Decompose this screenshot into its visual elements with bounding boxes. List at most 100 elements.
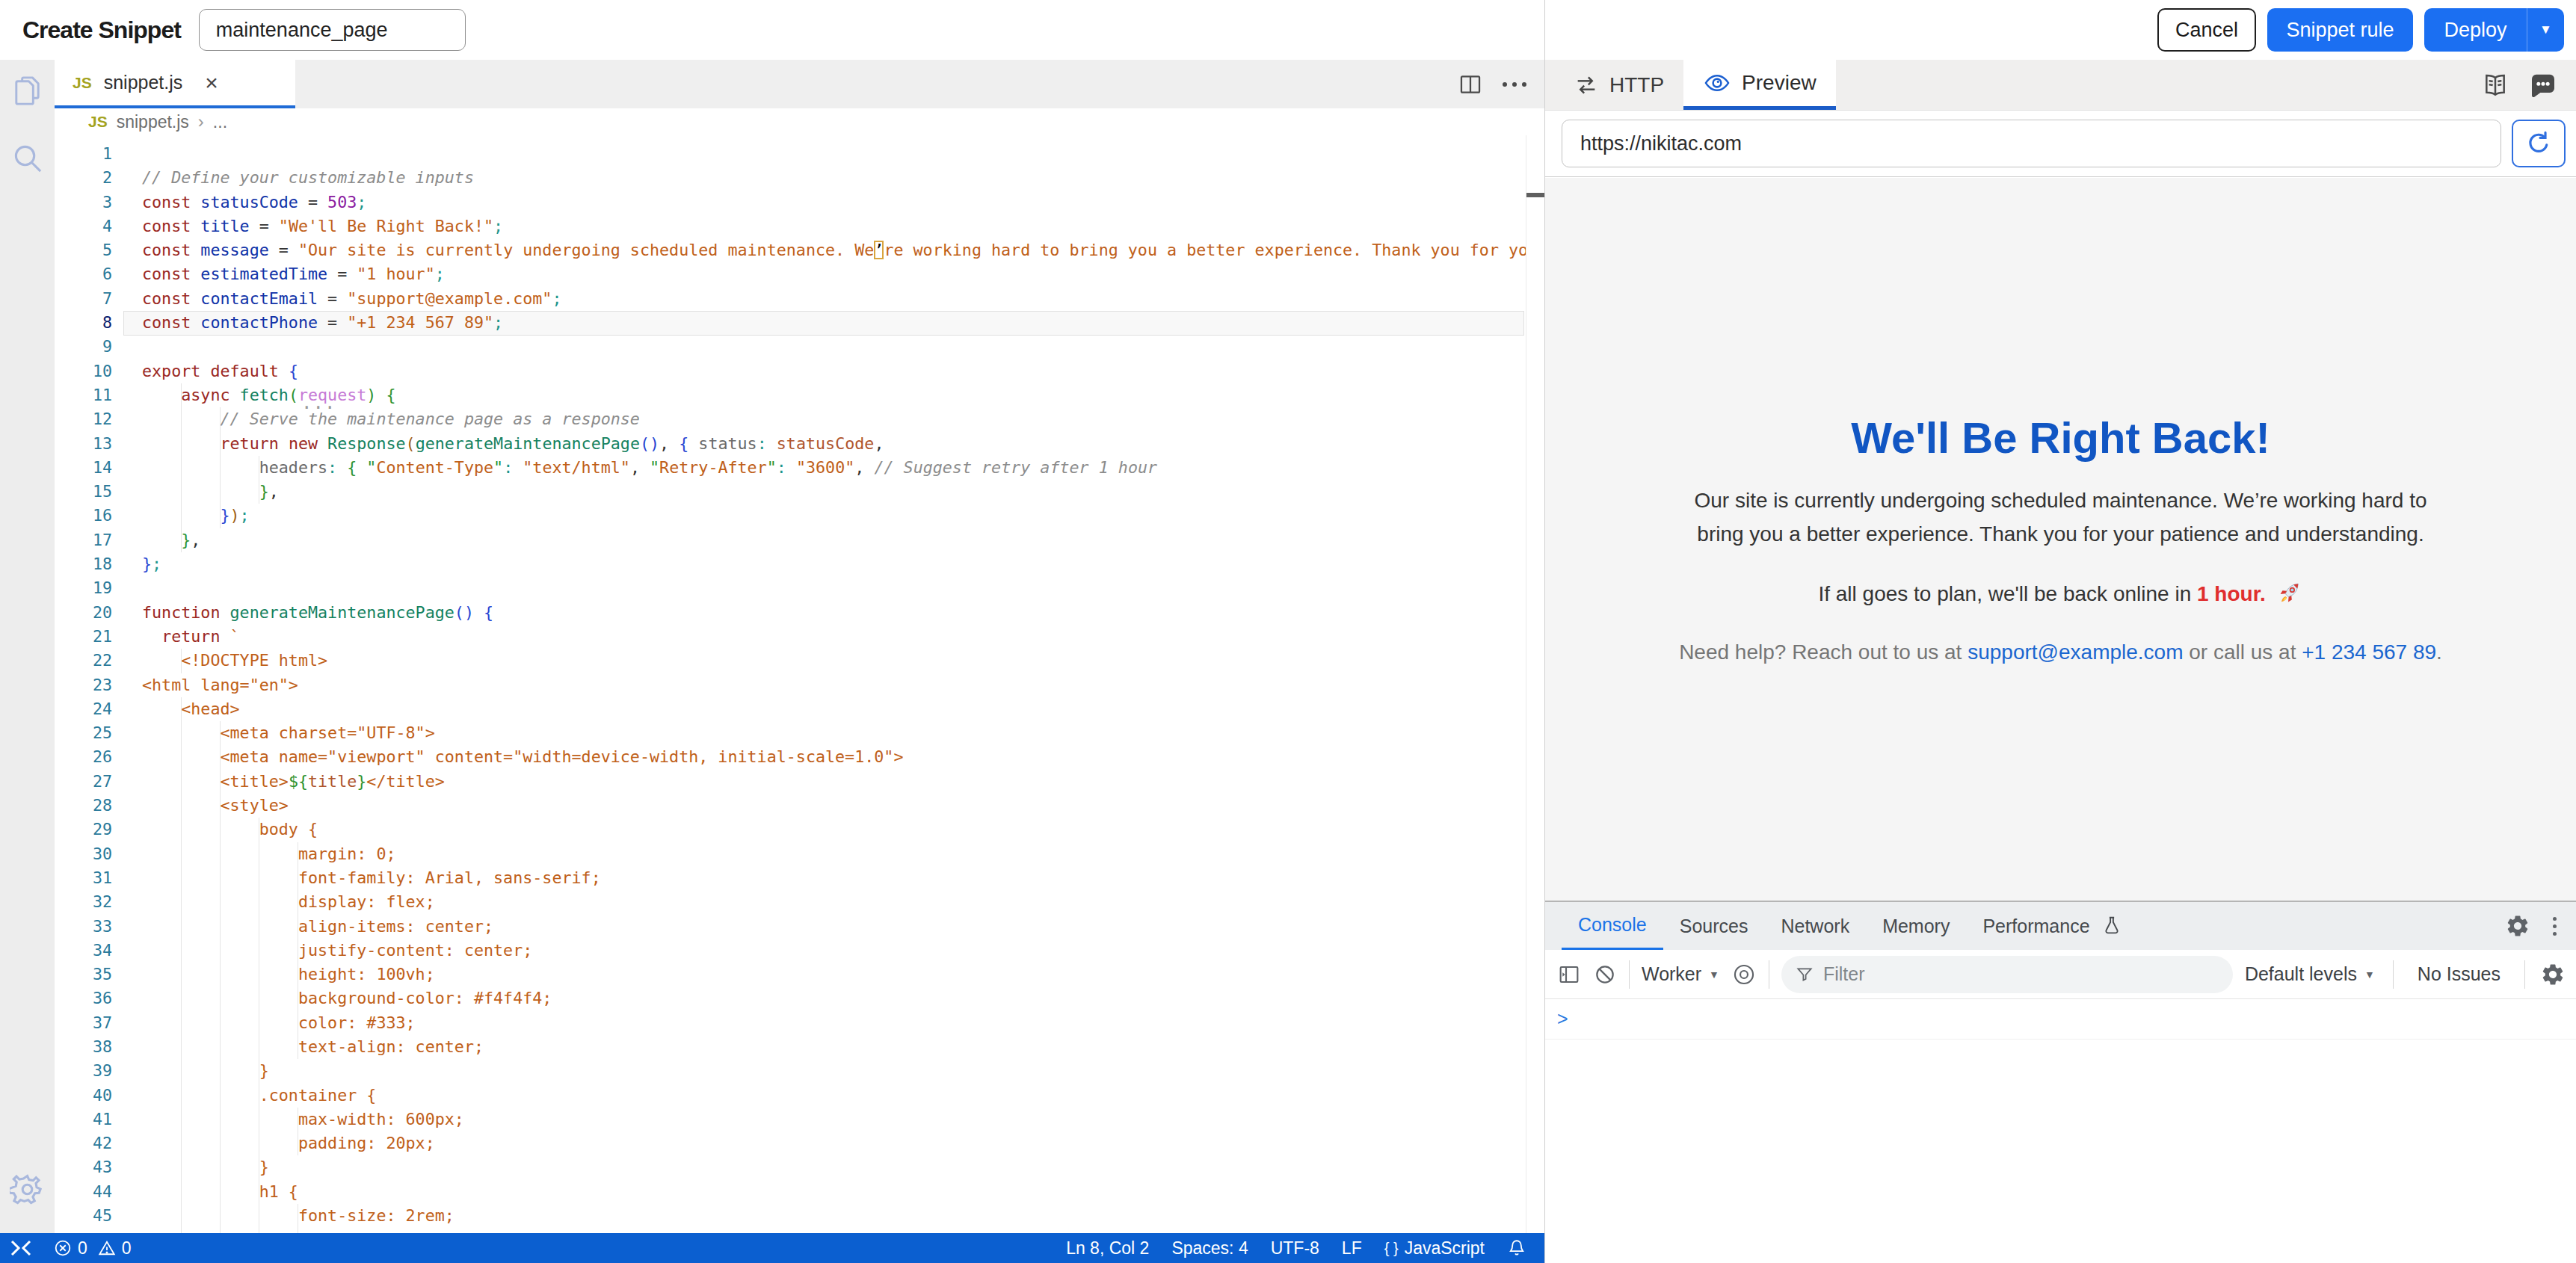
cancel-button[interactable]: Cancel [2157,8,2256,52]
code-line: 35 height: 100vh; [55,963,1544,986]
code-line: 45 font-size: 2rem; [55,1204,1544,1228]
files-icon[interactable] [10,73,45,108]
js-file-icon: JS [88,113,108,131]
maintenance-page: We'll Be Right Back! Our site is current… [1597,410,2524,669]
indentation[interactable]: Spaces: 4 [1171,1238,1248,1259]
split-editor-icon[interactable] [1458,72,1483,97]
phone-link[interactable]: +1 234 567 89 [2302,640,2436,664]
preview-contact-line: Need help? Reach out to us at support@ex… [1597,635,2524,669]
encoding[interactable]: UTF-8 [1271,1238,1319,1259]
console-output[interactable]: > [1545,999,2576,1263]
devtools-tab-sources[interactable]: Sources [1663,902,1765,950]
code-line: 18}; [55,552,1544,576]
live-expression-eye-icon[interactable] [1731,962,1757,987]
console-settings-icon[interactable] [2540,962,2566,987]
code-editor[interactable]: 12// Define your customizable inputs3con… [55,135,1544,1233]
devtools-tab-network[interactable]: Network [1764,902,1866,950]
preview-url-input[interactable] [1562,120,2501,167]
breadcrumb[interactable]: JS snippet.js › ... [55,108,1544,135]
preview-heading: We'll Be Right Back! [1597,410,2524,466]
console-toolbar: Worker ▼ Filter Default levels ▼ No Issu… [1545,950,2576,999]
status-bar: 0 0 Ln 8, Col 2 Spaces: 4 UTF-8 LF { }Ja… [0,1233,1544,1263]
search-icon[interactable] [10,140,45,176]
js-file-icon: JS [73,74,92,92]
console-context-select[interactable]: Worker ▼ [1642,963,1719,985]
language-mode[interactable]: { }JavaScript [1384,1238,1485,1259]
settings-gear-icon[interactable] [10,1172,45,1207]
code-line: 13 return new Response(generateMaintenan… [55,432,1544,456]
tab-http[interactable]: HTTP [1554,60,1683,110]
log-levels-select[interactable]: Default levels ▼ [2245,963,2378,985]
code-line: 4const title = "We'll Be Right Back!"; [55,214,1544,238]
right-header: Cancel Snippet rule Deploy ▼ [1545,0,2576,60]
cursor-position[interactable]: Ln 8, Col 2 [1066,1238,1149,1259]
console-prompt-chevron[interactable]: > [1557,1008,1568,1030]
remote-indicator-icon[interactable] [9,1236,33,1260]
preview-eta-line: If all goes to plan, we'll be back onlin… [1597,577,2524,611]
deploy-dropdown-caret-icon[interactable]: ▼ [2527,8,2564,52]
snippet-rule-button[interactable]: Snippet rule [2267,8,2413,52]
code-line: 6const estimatedTime = "1 hour"; [55,262,1544,286]
refresh-button[interactable] [2512,120,2566,167]
docs-book-icon[interactable] [2480,70,2510,100]
notifications-bell-icon[interactable] [1507,1238,1526,1258]
code-line: 33 align-items: center; [55,915,1544,939]
snippet-name-input[interactable] [199,9,466,51]
devtools-tab-performance[interactable]: Performance [1966,902,2106,950]
code-line: 21 return ` [55,625,1544,649]
code-line: 25 <meta charset="UTF-8"> [55,721,1544,745]
code-line: 39 } [55,1059,1544,1083]
code-line: 37 color: #333; [55,1011,1544,1035]
tab-close-icon[interactable]: × [205,72,218,94]
errors-warnings[interactable]: 0 0 [54,1238,132,1259]
console-filter-input[interactable]: Filter [1781,956,2233,993]
fold-dots: ··· [301,398,336,419]
code-line: 26 <meta name="viewport" content="width=… [55,745,1544,769]
right-panel: Cancel Snippet rule Deploy ▼ HTTP Previe… [1544,0,2576,1263]
tab-snippet-js[interactable]: JS snippet.js × [55,60,295,108]
code-line: 12 // Serve the maintenance page as a re… [55,407,1544,431]
code-line: 32 display: flex; [55,890,1544,914]
code-line: 22 <!DOCTYPE html> [55,649,1544,673]
breadcrumb-separator: › [198,111,204,132]
editor-scrollbar[interactable] [1526,135,1544,1233]
code-line: 24 <head> [55,697,1544,721]
dropdown-caret-icon: ▼ [1709,969,1719,981]
code-line: 14 headers: { "Content-Type": "text/html… [55,456,1544,480]
performance-insights-flask-icon[interactable] [2101,915,2123,937]
warning-icon [98,1239,116,1257]
code-line: 46 color: #0056b3; [55,1228,1544,1233]
code-line: 38 text-align: center; [55,1035,1544,1059]
preview-url-row [1545,111,2576,177]
devtools-tab-memory[interactable]: Memory [1866,902,1966,950]
code-line: 15 }, [55,480,1544,504]
eye-icon [1703,69,1731,97]
preview-tab-bar: HTTP Preview [1545,60,2576,111]
clear-console-icon[interactable] [1593,963,1617,986]
discord-icon[interactable] [2528,70,2558,100]
console-sidebar-icon[interactable] [1557,963,1581,986]
rocket-emoji-icon [2276,579,2303,606]
devtools-settings-icon[interactable] [2505,913,2530,939]
support-email-link[interactable]: support@example.com [1968,640,2183,664]
code-line: 30 margin: 0; [55,842,1544,866]
code-line: 31 font-family: Arial, sans-serif; [55,866,1544,890]
code-line: 34 justify-content: center; [55,939,1544,963]
preview-pane: We'll Be Right Back! Our site is current… [1545,178,2576,901]
devtools-more-icon[interactable] [2553,917,2557,936]
devtools-tab-console[interactable]: Console [1562,902,1663,950]
tab-preview[interactable]: Preview [1683,60,1836,110]
editor-tab-strip: JS snippet.js × [55,60,1544,108]
more-actions-icon[interactable] [1503,82,1526,87]
activity-bar [0,60,55,1233]
devtools-tab-bar: ConsoleSourcesNetworkMemoryPerformance [1545,902,2576,950]
deploy-button[interactable]: Deploy [2424,19,2527,42]
issues-counter[interactable]: No Issues [2409,963,2509,985]
code-line: 5const message = "Our site is currently … [55,238,1544,262]
code-line: 41 max-width: 600px; [55,1108,1544,1131]
toolbar-separator [2524,960,2525,989]
deploy-split-button[interactable]: Deploy ▼ [2424,8,2564,52]
refresh-icon [2524,129,2553,158]
swap-arrows-icon [1574,72,1599,98]
eol[interactable]: LF [1342,1238,1362,1259]
